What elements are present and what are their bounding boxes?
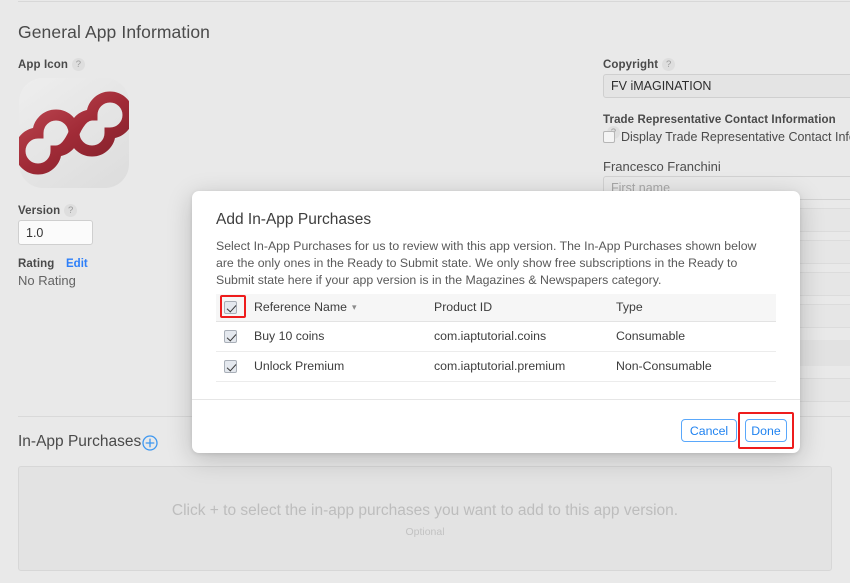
dialog-title: Add In-App Purchases xyxy=(216,211,372,228)
in-app-purchases-dropzone[interactable]: Click + to select the in-app purchases y… xyxy=(18,466,832,571)
row-type: Non-Consumable xyxy=(616,351,776,382)
version-label: Version? xyxy=(18,204,78,217)
rating-value: No Rating xyxy=(18,273,76,288)
reference-name-header-cell[interactable]: Reference Name ▾ xyxy=(254,294,434,322)
copyright-label: Copyright? xyxy=(603,58,676,71)
dialog-footer-divider xyxy=(192,399,800,400)
row-checkbox[interactable] xyxy=(224,360,237,374)
help-icon[interactable]: ? xyxy=(64,204,78,217)
row-checkbox[interactable] xyxy=(224,330,237,344)
version-label-text: Version xyxy=(18,205,61,217)
table-body: Buy 10 coins com.iaptutorial.coins Consu… xyxy=(216,321,776,382)
row-product-id: com.iaptutorial.coins xyxy=(434,321,616,352)
table-header-row: Reference Name ▾ Product ID Type xyxy=(216,294,776,322)
row-select-cell[interactable] xyxy=(216,321,254,352)
app-logo-infinity-icon xyxy=(19,91,129,175)
row-reference-name: Buy 10 coins xyxy=(254,321,434,352)
copyright-input[interactable] xyxy=(603,74,850,98)
version-input[interactable] xyxy=(18,220,93,245)
row-select-cell[interactable] xyxy=(216,351,254,382)
trade-representative-checkbox-label: Display Trade Representative Contact Inf… xyxy=(621,130,850,144)
app-icon-label-text: App Icon xyxy=(18,59,68,71)
type-header-cell[interactable]: Type xyxy=(616,294,776,322)
app-icon xyxy=(19,78,129,188)
reference-name-header-label: Reference Name xyxy=(254,300,347,315)
row-type: Consumable xyxy=(616,321,776,352)
trade-representative-label-text: Trade Representative Contact Information xyxy=(603,114,836,126)
table-header: Reference Name ▾ Product ID Type xyxy=(216,294,776,322)
row-product-id: com.iaptutorial.premium xyxy=(434,351,616,382)
select-all-header-cell[interactable] xyxy=(216,294,254,322)
dropzone-message: Click + to select the in-app purchases y… xyxy=(171,502,679,519)
row-reference-name: Unlock Premium xyxy=(254,351,434,382)
done-button[interactable]: Done xyxy=(745,419,787,442)
rating-edit-link[interactable]: Edit xyxy=(66,258,88,270)
rating-label: Rating xyxy=(18,258,55,270)
in-app-purchases-heading: In-App Purchases xyxy=(18,433,142,450)
select-all-checkbox[interactable] xyxy=(224,301,237,315)
in-app-purchases-table: Reference Name ▾ Product ID Type Buy 10 … xyxy=(216,294,776,382)
chevron-down-icon[interactable]: ▾ xyxy=(352,302,357,313)
dropzone-optional-label: Optional xyxy=(405,526,445,538)
help-icon[interactable]: ? xyxy=(662,58,676,71)
add-in-app-purchases-dialog: Add In-App Purchases Select In-App Purch… xyxy=(192,191,800,453)
trade-representative-checkbox[interactable] xyxy=(603,131,615,143)
dialog-description: Select In-App Purchases for us to review… xyxy=(216,239,757,287)
top-divider xyxy=(18,1,850,2)
app-icon-label: App Icon? xyxy=(18,58,85,71)
contact-person-name: Francesco Franchini xyxy=(603,159,721,174)
page-title: General App Information xyxy=(18,22,210,42)
trade-representative-checkbox-row[interactable]: Display Trade Representative Contact Inf… xyxy=(603,130,850,144)
table-row[interactable]: Buy 10 coins com.iaptutorial.coins Consu… xyxy=(216,321,776,352)
app-page: General App Information App Icon? Versio… xyxy=(0,0,850,583)
table-row[interactable]: Unlock Premium com.iaptutorial.premium N… xyxy=(216,351,776,382)
help-icon[interactable]: ? xyxy=(72,58,85,71)
copyright-label-text: Copyright xyxy=(603,59,659,71)
product-id-header-cell[interactable]: Product ID xyxy=(434,294,616,322)
cancel-button[interactable]: Cancel xyxy=(681,419,737,442)
plus-circle-icon[interactable] xyxy=(142,435,158,451)
